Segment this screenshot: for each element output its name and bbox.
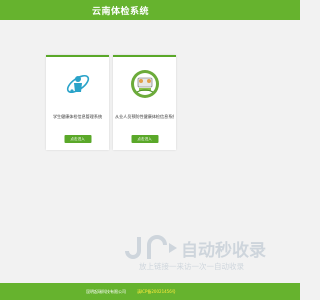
- watermark: 自动秒收录 放上链接一来访一次一自动收录: [125, 235, 285, 275]
- header-bar: 云南体检系统: [0, 0, 300, 20]
- watermark-logo-icon: [125, 235, 177, 259]
- worker-health-icon: [130, 70, 159, 98]
- worker-health-title: 从业人员预防性健康体检信息系统: [115, 114, 174, 119]
- student-health-enter-button[interactable]: 点击进入: [64, 135, 91, 143]
- footer-bar: 昆明起瑞科技有限公司 滇ICP备20021456号: [0, 283, 300, 300]
- student-health-icon: [66, 74, 89, 94]
- worker-health-card[interactable]: 从业人员预防性健康体检信息系统 点击进入: [113, 55, 176, 150]
- watermark-small-text: 放上链接一来访一次一自动收录: [139, 262, 244, 271]
- worker-health-enter-button[interactable]: 点击进入: [131, 135, 158, 143]
- page-title: 云南体检系统: [92, 7, 150, 17]
- student-health-title: 学生健康体检信息管理系统: [52, 114, 103, 119]
- footer-icp-link[interactable]: 滇ICP备20021456号: [137, 289, 176, 295]
- footer-company: 昆明起瑞科技有限公司: [86, 289, 126, 294]
- student-health-card[interactable]: 学生健康体检信息管理系统 点击进入: [46, 55, 109, 150]
- watermark-big-text: 自动秒收录: [181, 241, 266, 261]
